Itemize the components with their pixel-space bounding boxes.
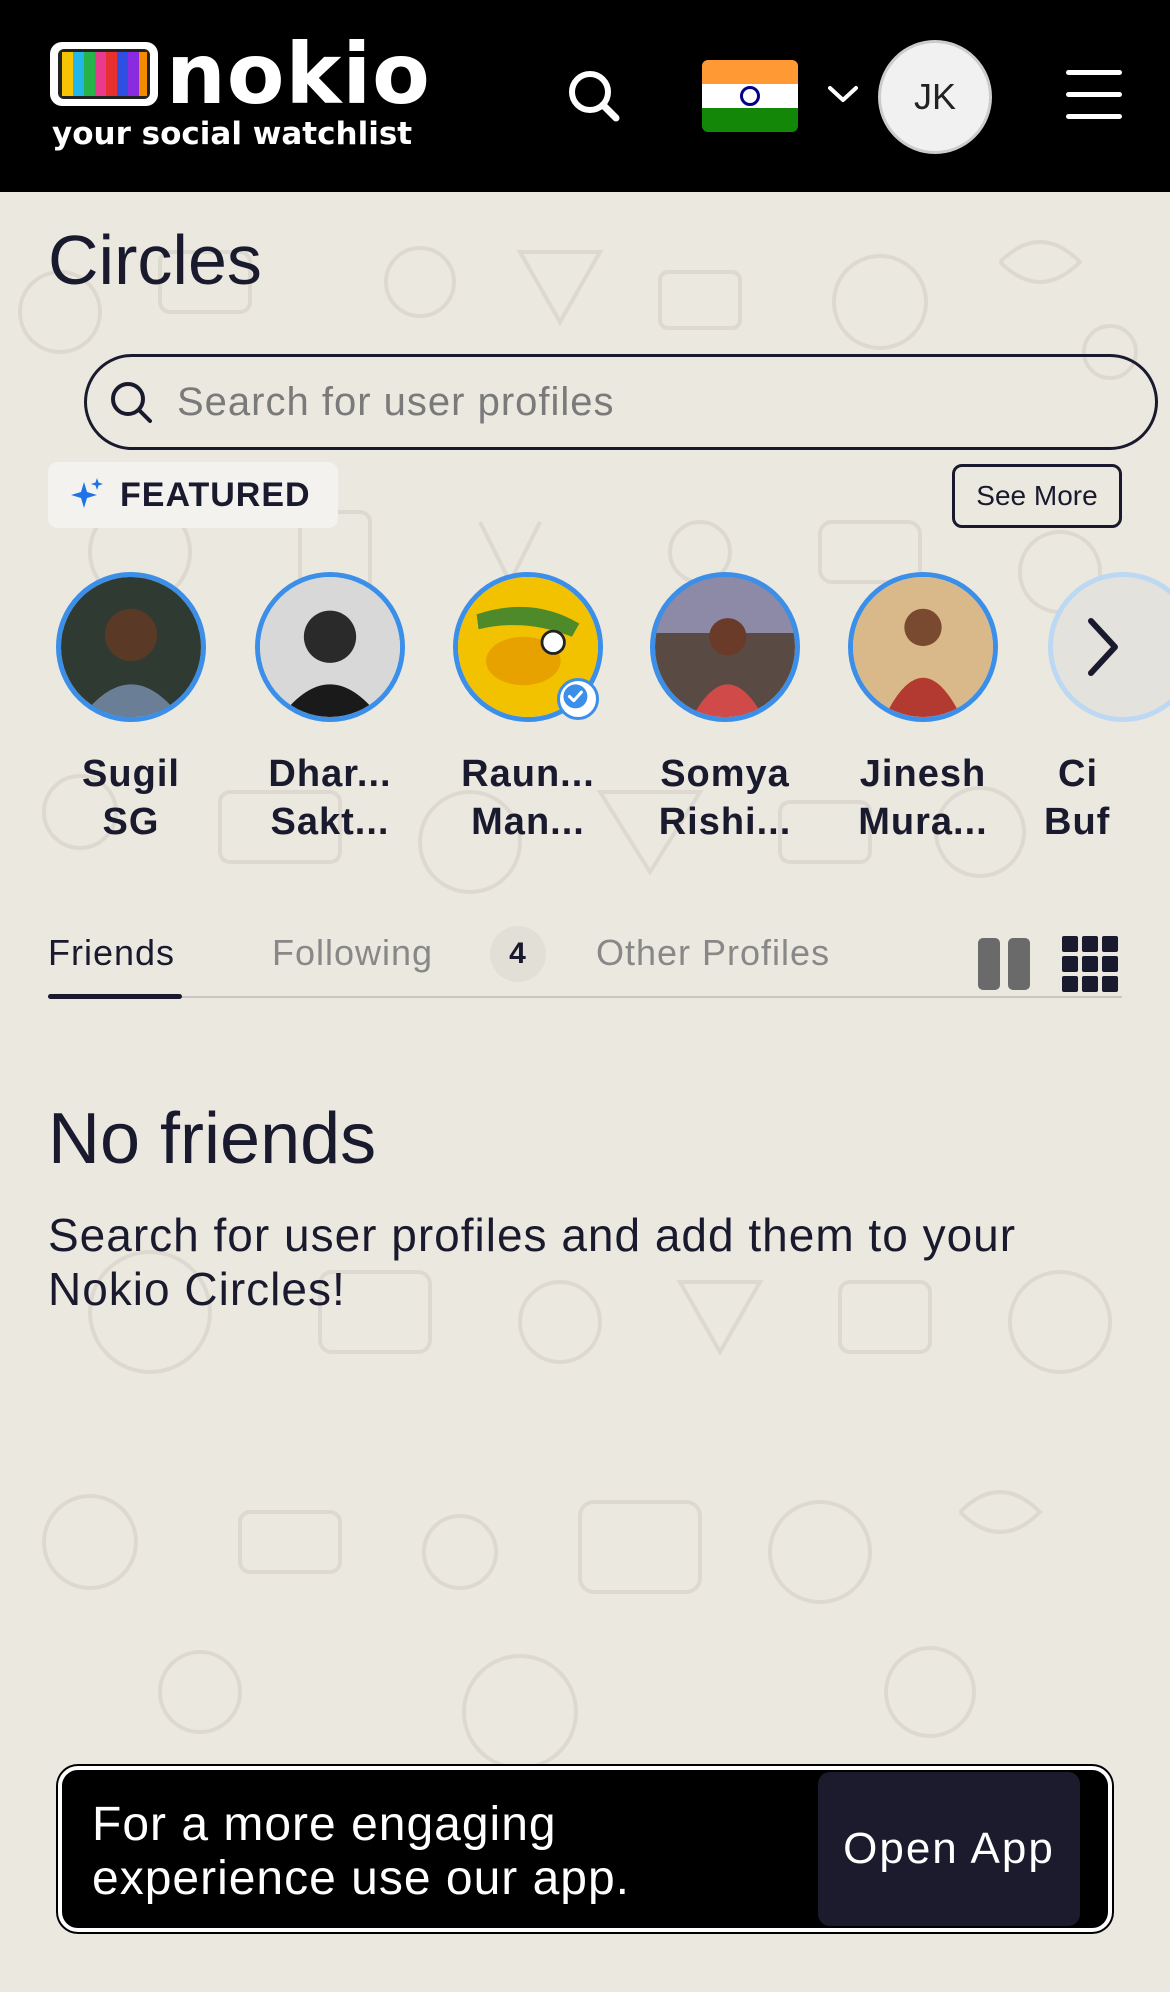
profile-search-box[interactable]	[84, 354, 1158, 450]
sparkle-icon	[71, 478, 103, 508]
featured-badge: FEATURED	[48, 462, 338, 528]
see-more-button[interactable]: See More	[952, 464, 1122, 528]
profile-search-input[interactable]	[177, 379, 1077, 425]
featured-profile[interactable]: Sugil SG	[36, 572, 226, 846]
chevron-right-icon	[1088, 618, 1118, 676]
logo-tagline: your social watchlist	[52, 116, 413, 152]
tab-other-profiles[interactable]: Other Profiles	[596, 932, 830, 974]
hamburger-menu-icon[interactable]	[1066, 70, 1122, 120]
profile-name-line2: Mura...	[858, 801, 988, 843]
active-tab-indicator	[48, 994, 182, 999]
featured-profile[interactable]: Raun... Man...	[433, 572, 623, 846]
open-app-banner: For a more engaging experience use our a…	[58, 1766, 1112, 1932]
logo-wordmark: nokio	[166, 25, 431, 123]
profile-avatar	[255, 572, 405, 722]
profile-name-line1: Somya	[660, 753, 790, 795]
profile-name-line1: Dhar...	[268, 753, 392, 795]
tab-friends[interactable]: Friends	[48, 932, 182, 999]
featured-profile[interactable]: Jinesh Mura...	[828, 572, 1018, 846]
profile-name-line1: Raun...	[461, 753, 595, 795]
profile-name-line1: Ci	[1058, 753, 1098, 795]
featured-label: FEATURED	[120, 475, 311, 514]
verified-badge-icon	[557, 678, 599, 720]
open-app-button[interactable]: Open App	[818, 1772, 1080, 1926]
tab-friends-label: Friends	[48, 932, 176, 973]
profile-name-line1: Jinesh	[859, 753, 987, 795]
empty-state-text: Search for user profiles and add them to…	[48, 1209, 1017, 1315]
india-flag-icon[interactable]	[702, 60, 798, 132]
tv-logo-icon	[50, 42, 158, 106]
tab-following-label: Following	[272, 932, 434, 973]
profile-name-line2: Buf	[1044, 801, 1111, 843]
profile-avatar	[848, 572, 998, 722]
profile-name-line2: Sakt...	[270, 801, 390, 843]
profile-avatar	[650, 572, 800, 722]
profile-name-line2: Rishi...	[658, 801, 792, 843]
page-title: Circles	[48, 221, 262, 299]
search-icon	[111, 382, 152, 423]
grid-view-icon[interactable]	[1062, 936, 1118, 992]
tab-following[interactable]: Following 4	[272, 926, 546, 982]
two-column-view-icon[interactable]	[976, 936, 1032, 992]
circles-tabs: Friends Following 4 Other Profiles	[48, 926, 1122, 999]
app-banner-message: For a more engaging experience use our a…	[92, 1798, 631, 1905]
circles-page: Circles FEATURED See More Sugil SG Dhar..…	[0, 192, 1170, 1992]
profile-name-line2: SG	[102, 801, 160, 843]
featured-profile[interactable]: Dhar... Sakt...	[235, 572, 425, 846]
empty-state-title: No friends	[48, 1099, 377, 1179]
profile-avatar	[56, 572, 206, 722]
nokio-logo[interactable]: nokio your social watchlist	[48, 32, 430, 158]
search-icon[interactable]	[566, 68, 622, 124]
top-header: nokio your social watchlist JK	[0, 0, 1170, 192]
featured-profiles-carousel: Sugil SG Dhar... Sakt... Raun... Man... Som…	[0, 572, 1170, 872]
profile-name-line1: Sugil	[82, 753, 180, 795]
chevron-down-icon[interactable]	[826, 82, 860, 106]
user-avatar[interactable]: JK	[878, 40, 992, 154]
following-count-badge: 4	[490, 926, 546, 982]
featured-profile[interactable]: Somya Rishi...	[630, 572, 820, 846]
tab-other-label: Other Profiles	[596, 932, 831, 973]
profile-name-line2: Man...	[471, 801, 585, 843]
